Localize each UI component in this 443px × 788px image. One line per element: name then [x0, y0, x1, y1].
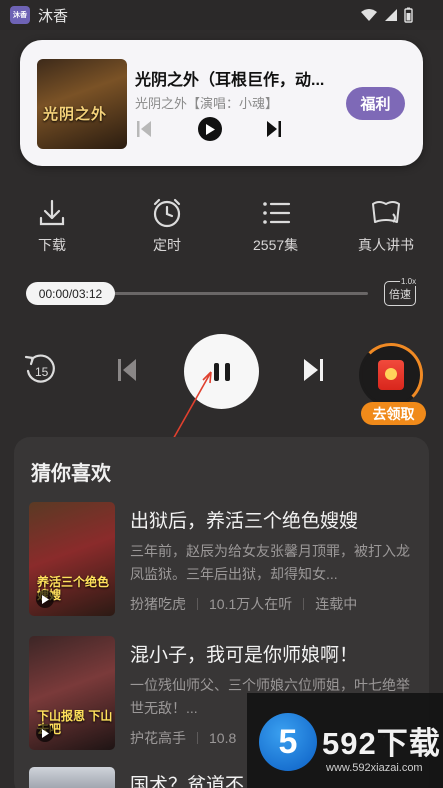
book-cover-3[interactable] [29, 767, 115, 788]
signal-icon [385, 9, 397, 21]
notification-title: 光阴之外（耳根巨作，动... [135, 72, 325, 89]
notification-cover-image: 光阴之外 [37, 59, 127, 149]
welfare-button[interactable]: 福利 [346, 87, 405, 120]
book-title: 混小子，我可是你师娘啊！ [130, 645, 359, 666]
speed-value: 1.0x [400, 277, 418, 286]
previous-track-icon[interactable] [117, 358, 137, 382]
status-bar: 沐香 沐香 [0, 0, 443, 30]
watermark-brand: 592下载 [322, 726, 441, 761]
rewind-button[interactable]: 15 [22, 351, 58, 392]
book-cover-1: 养活三个绝色嫂嫂 [29, 502, 115, 616]
app-name: 沐香 [38, 7, 69, 25]
notification-play-button[interactable] [198, 117, 222, 141]
rewind-seconds: 15 [35, 365, 49, 379]
book-meta: 护花高手 10.8 [130, 728, 236, 748]
book-meta: 扮猪吃虎 10.1万人在听 连载中 [130, 594, 357, 614]
book-title[interactable]: 国术？贫道不 [130, 770, 244, 788]
notification-next-icon[interactable] [266, 120, 282, 138]
pause-button[interactable] [184, 334, 259, 409]
recommendation-heading: 猜你喜欢 [31, 463, 111, 485]
notification-cover-text: 光阴之外 [43, 106, 108, 123]
book-status: 连载中 [315, 596, 358, 612]
book-listeners: 10.8 [209, 730, 237, 746]
episodes-action[interactable]: 2557集 [253, 196, 298, 255]
download-icon [37, 196, 67, 230]
book-description: 三年前，赵辰为给女友张馨月顶罪，被打入龙凤监狱。三年后出狱，却得知女... [130, 543, 410, 582]
human-narration-action[interactable]: 真人讲书 [358, 196, 414, 255]
play-icon [206, 123, 215, 135]
next-track-icon[interactable] [303, 358, 325, 382]
cover-play-icon [36, 590, 54, 608]
book-cover-2: 下山报恩 下山去吧 [29, 636, 115, 750]
episode-list-icon [261, 196, 291, 230]
book-author: 扮猪吃虎 [130, 596, 186, 612]
progress-track[interactable] [114, 292, 368, 295]
media-notification[interactable]: 光阴之外 光阴之外（耳根巨作，动... 光阴之外【演唱：小魂】 福利 [20, 40, 423, 166]
book-listeners: 10.1万人在听 [209, 596, 293, 612]
notification-subtitle: 光阴之外【演唱：小魂】 [135, 96, 279, 111]
episodes-label: 2557集 [253, 237, 299, 253]
timer-icon [151, 196, 183, 230]
download-action[interactable]: 下载 [37, 196, 67, 255]
progress-thumb-time[interactable]: 00:00/03:12 [26, 282, 115, 305]
book-author: 护花高手 [130, 730, 186, 746]
app-badge-icon: 沐香 [10, 6, 30, 24]
pause-icon [213, 362, 230, 381]
watermark-url: www.592xiazai.com [326, 762, 423, 774]
rewind-15-icon: 15 [24, 354, 55, 383]
timer-label: 定时 [153, 237, 181, 253]
wifi-icon [361, 9, 377, 21]
notification-previous-icon[interactable] [136, 120, 152, 138]
human-narration-icon [369, 196, 403, 230]
human-narration-label: 真人讲书 [358, 237, 414, 253]
watermark-logo-icon: 5 [259, 713, 317, 771]
book-title: 出狱后，养活三个绝色嫂嫂 [130, 511, 359, 532]
timer-action[interactable]: 定时 [151, 196, 183, 255]
battery-icon [404, 7, 413, 23]
red-packet-icon [378, 360, 404, 390]
cover-play-icon [36, 724, 54, 742]
claim-reward-button[interactable]: 去领取 [361, 402, 426, 425]
book-item-1[interactable]: 养活三个绝色嫂嫂 出狱后，养活三个绝色嫂嫂 三年前，赵辰为给女友张馨月顶罪，被打… [29, 502, 429, 622]
download-label: 下载 [38, 237, 66, 253]
